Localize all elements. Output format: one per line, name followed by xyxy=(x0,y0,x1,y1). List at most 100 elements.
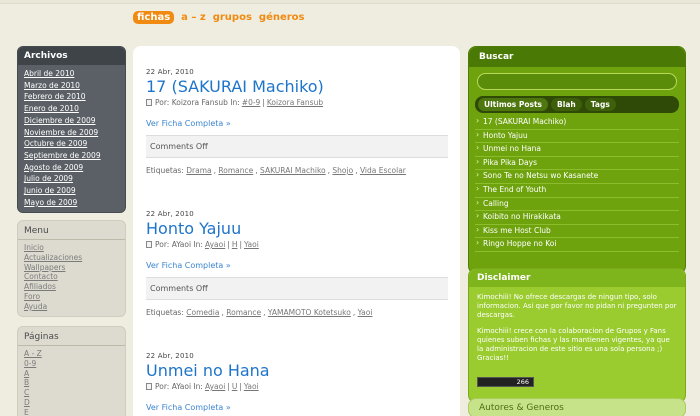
post-tags: Etiquetas: Drama, Romance, SAKURAI Machi… xyxy=(146,166,406,175)
tag-link[interactable]: Yaoi xyxy=(358,308,373,317)
category-link[interactable]: Yaoi xyxy=(244,240,259,249)
search-input[interactable] xyxy=(477,73,677,90)
archive-link[interactable]: Noviembre de 2009 xyxy=(24,127,119,139)
pagina-link[interactable]: A xyxy=(24,369,119,379)
post-date: 22 Abr, 2010 xyxy=(146,352,194,360)
tag-link[interactable]: YAMAMOTO Kotetsuko xyxy=(268,308,351,317)
menu-link[interactable]: Afiliados xyxy=(24,282,119,292)
archive-link[interactable]: Julio de 2009 xyxy=(24,173,119,185)
archive-link[interactable]: Febrero de 2010 xyxy=(24,91,119,103)
post-date: 22 Abr, 2010 xyxy=(146,68,194,76)
tag-link[interactable]: Romance xyxy=(226,308,261,317)
tag-link[interactable]: SAKURAI Machiko xyxy=(260,166,326,175)
read-more-link[interactable]: Ver Ficha Completa » xyxy=(146,261,448,270)
autores-title: Autores & Generos xyxy=(479,403,564,413)
posts-tabs: Ultimos Posts Blah Tags xyxy=(475,96,679,113)
tag-link[interactable]: Comedia xyxy=(186,308,219,317)
recent-post-link[interactable]: 17 (SAKURAI Machiko) xyxy=(475,116,679,130)
category-link[interactable]: Ayaoi xyxy=(205,382,225,391)
autores-box: Autores & Generos xyxy=(468,398,686,416)
document-icon xyxy=(146,383,152,390)
read-more-link[interactable]: Ver Ficha Completa » xyxy=(146,403,448,412)
buscar-title: Buscar xyxy=(469,47,685,67)
archive-link[interactable]: Diciembre de 2009 xyxy=(24,115,119,127)
category-link[interactable]: H xyxy=(232,240,238,249)
tag-link[interactable]: Romance xyxy=(218,166,253,175)
archive-link[interactable]: Agosto de 2009 xyxy=(24,162,119,174)
recent-post-link[interactable]: Pika Pika Days xyxy=(475,157,679,171)
menu-link[interactable]: Ayuda xyxy=(24,302,119,312)
category-link[interactable]: Koizora Fansub xyxy=(267,98,323,107)
category-link[interactable]: #0-9 xyxy=(242,98,261,107)
menu-link[interactable]: Foro xyxy=(24,292,119,302)
nav-a-z[interactable]: a – z xyxy=(181,12,206,23)
archive-link[interactable]: Septiembre de 2009 xyxy=(24,150,119,162)
recent-post-link[interactable]: Unmei no Hana xyxy=(475,143,679,157)
pagina-link[interactable]: E xyxy=(24,408,119,416)
disclaimer-paragraph: Kimochiii! crece con la colaboracion de … xyxy=(477,327,670,362)
buscar-box: Buscar Ultimos Posts Blah Tags 17 (SAKUR… xyxy=(468,46,686,274)
recent-post-link[interactable]: The End of Youth xyxy=(475,184,679,198)
paginas-title: Páginas xyxy=(18,327,125,346)
recent-post-link[interactable]: Kiss me Host Club xyxy=(475,225,679,239)
main-content: 22 Abr, 2010 17 (SAKURAI Machiko) Por: K… xyxy=(133,46,460,416)
pagina-link[interactable]: B xyxy=(24,378,119,388)
archive-link[interactable]: Marzo de 2010 xyxy=(24,80,119,92)
recent-post-link[interactable]: Honto Yajuu xyxy=(475,130,679,144)
tab-blah[interactable]: Blah xyxy=(551,98,582,111)
archive-link[interactable]: Enero de 2010 xyxy=(24,103,119,115)
menu-box: Menu Inicio Actualizaciones Wallpapers C… xyxy=(17,220,126,317)
pagina-link[interactable]: A - Z xyxy=(24,349,119,359)
post: 22 Abr, 2010 Unmei no Hana Por: AYaoi In… xyxy=(146,352,448,412)
archive-link[interactable]: Junio de 2009 xyxy=(24,185,119,197)
nav-generos[interactable]: géneros xyxy=(259,12,305,23)
tag-link[interactable]: Drama xyxy=(186,166,211,175)
post-meta: Por: Koizora Fansub In: #0-9 | Koizora Fa… xyxy=(146,98,448,107)
recent-post-link[interactable]: Ringo Hoppe no Koi xyxy=(475,238,679,252)
pagina-link[interactable]: D xyxy=(24,398,119,408)
disclaimer-title: Disclaimer xyxy=(469,269,685,287)
nav-fichas[interactable]: fichas xyxy=(133,10,175,24)
archivos-box: Archivos Abril de 2010 Marzo de 2010 Feb… xyxy=(17,46,126,214)
tab-tags[interactable]: Tags xyxy=(584,98,616,111)
category-link[interactable]: U xyxy=(232,382,238,391)
recent-post-link[interactable]: Calling xyxy=(475,198,679,212)
post-meta: Por: AYaoi In: Ayaoi | U | Yaoi xyxy=(146,382,448,391)
tag-link[interactable]: Shojo xyxy=(332,166,353,175)
archive-link[interactable]: Mayo de 2009 xyxy=(24,197,119,209)
pagina-link[interactable]: C xyxy=(24,388,119,398)
post-title[interactable]: Unmei no Hana xyxy=(146,361,448,380)
post-title[interactable]: Honto Yajuu xyxy=(146,219,448,238)
comments-status: Comments Off xyxy=(146,135,448,158)
paginas-box: Páginas A - Z 0-9 A B C D E xyxy=(17,326,126,416)
archive-link[interactable]: Octubre de 2009 xyxy=(24,138,119,150)
menu-link[interactable]: Wallpapers xyxy=(24,263,119,273)
archivos-title: Archivos xyxy=(18,47,125,65)
post: 22 Abr, 2010 17 (SAKURAI Machiko) Por: K… xyxy=(146,68,448,175)
menu-link[interactable]: Contacto xyxy=(24,272,119,282)
menu-link[interactable]: Inicio xyxy=(24,243,119,253)
disclaimer-paragraph: Kimochiii! No ofrece descargas de ningun… xyxy=(477,293,677,319)
post-author: Por: AYaoi In: xyxy=(155,240,203,249)
document-icon xyxy=(146,99,152,106)
recent-post-link[interactable]: Koibito no Hirakikata xyxy=(475,211,679,225)
post-author: Por: Koizora Fansub In: xyxy=(155,98,240,107)
category-link[interactable]: Yaoi xyxy=(244,382,259,391)
read-more-link[interactable]: Ver Ficha Completa » xyxy=(146,119,448,128)
pagina-link[interactable]: 0-9 xyxy=(24,359,119,369)
tags-label: Etiquetas: xyxy=(146,308,184,317)
visit-counter[interactable]: 266 xyxy=(477,376,534,387)
category-link[interactable]: Ayaoi xyxy=(205,240,225,249)
recent-post-link[interactable]: Sono Te no Netsu wo Kasanete xyxy=(475,170,679,184)
disclaimer-box: Disclaimer Kimochiii! No ofrece descarga… xyxy=(468,268,686,403)
nav-grupos[interactable]: grupos xyxy=(213,12,252,23)
post: 22 Abr, 2010 Honto Yajuu Por: AYaoi In: … xyxy=(146,210,448,317)
disclaimer-text: Kimochiii! No ofrece descargas de ningun… xyxy=(469,287,685,377)
tag-link[interactable]: Vida Escolar xyxy=(360,166,406,175)
archive-link[interactable]: Abril de 2010 xyxy=(24,68,119,80)
tags-label: Etiquetas: xyxy=(146,166,184,175)
post-title[interactable]: 17 (SAKURAI Machiko) xyxy=(146,77,448,96)
menu-link[interactable]: Actualizaciones xyxy=(24,253,119,263)
tab-ultimos-posts[interactable]: Ultimos Posts xyxy=(478,98,549,111)
post-author: Por: AYaoi In: xyxy=(155,382,203,391)
